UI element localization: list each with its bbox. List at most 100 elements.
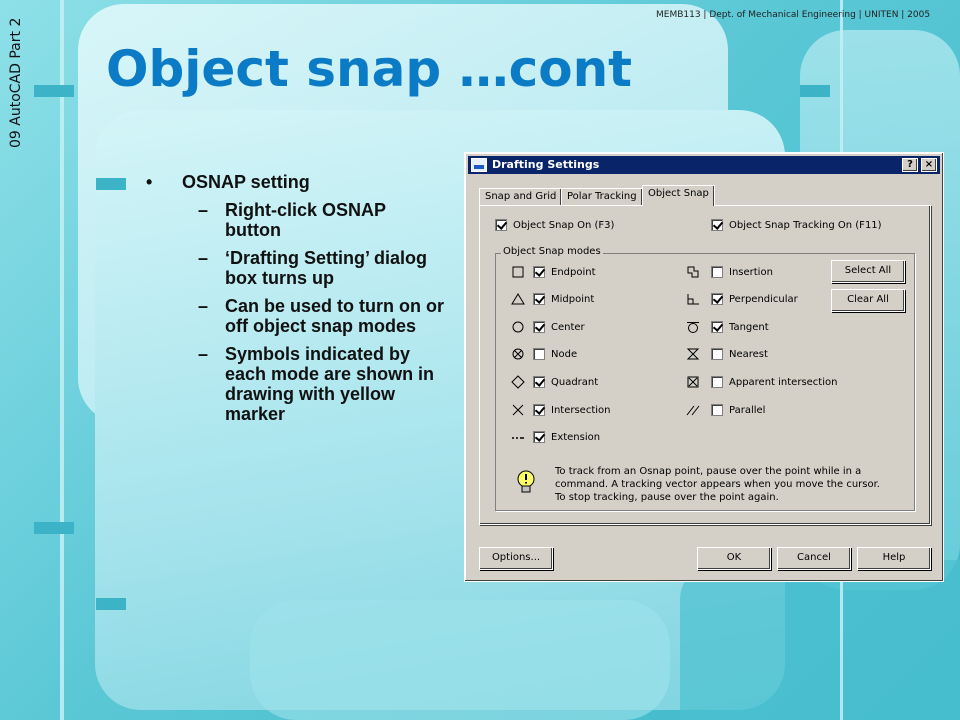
dash-marker: – bbox=[198, 296, 209, 316]
extension-checkbox[interactable]: Extension bbox=[533, 431, 600, 443]
checkbox[interactable] bbox=[533, 431, 545, 443]
group-label: Object Snap modes bbox=[501, 246, 603, 257]
sub-bullet-text: ‘Drafting Setting’ dialog box turns up bbox=[225, 248, 427, 288]
checkbox-label: Midpoint bbox=[551, 293, 595, 305]
checkbox-label: Endpoint bbox=[551, 266, 596, 278]
sub-bullet-item: – Symbols indicated by each mode are sho… bbox=[146, 344, 446, 424]
sub-bullet-text: Right-click OSNAP button bbox=[225, 200, 386, 240]
midpoint-triangle-icon bbox=[511, 293, 525, 305]
checkbox-label: Parallel bbox=[729, 404, 766, 416]
perpendicular-checkbox[interactable]: Perpendicular bbox=[711, 293, 798, 305]
insertion-icon bbox=[687, 266, 699, 278]
sub-bullet-item: – Right-click OSNAP button bbox=[146, 200, 446, 240]
header-credit: MEMB113 | Dept. of Mechanical Engineerin… bbox=[656, 10, 931, 20]
sub-bullet-item: – ‘Drafting Setting’ dialog box turns up bbox=[146, 248, 446, 288]
midpoint-checkbox[interactable]: Midpoint bbox=[533, 293, 594, 305]
tab-snap-and-grid[interactable]: Snap and Grid bbox=[479, 188, 563, 206]
options-button[interactable]: Options... bbox=[479, 547, 553, 570]
decorative-bar bbox=[800, 85, 830, 97]
bullet-marker: • bbox=[146, 172, 153, 192]
intersection-checkbox[interactable]: Intersection bbox=[533, 404, 611, 416]
node-circle-x-icon bbox=[512, 348, 524, 360]
checkbox[interactable] bbox=[533, 404, 545, 416]
checkbox[interactable] bbox=[533, 293, 545, 305]
cancel-button[interactable]: Cancel bbox=[777, 547, 851, 570]
checkbox[interactable] bbox=[533, 348, 545, 360]
endpoint-checkbox[interactable]: Endpoint bbox=[533, 266, 596, 278]
apparent-intersection-checkbox[interactable]: Apparent intersection bbox=[711, 376, 837, 388]
decorative-bar bbox=[34, 522, 74, 534]
checkbox[interactable] bbox=[711, 404, 723, 416]
bullet-text: OSNAP setting bbox=[182, 172, 310, 192]
checkbox[interactable] bbox=[711, 266, 723, 278]
perpendicular-icon bbox=[687, 294, 699, 305]
sub-bullet-text: Can be used to turn on or off object sna… bbox=[225, 296, 444, 336]
select-all-button[interactable]: Select All bbox=[831, 260, 905, 283]
checkbox[interactable] bbox=[533, 266, 545, 278]
decorative-bar bbox=[96, 598, 126, 610]
checkbox[interactable] bbox=[533, 321, 545, 333]
checkbox-label: Perpendicular bbox=[729, 293, 798, 305]
object-snap-on-checkbox[interactable]: Object Snap On (F3) bbox=[495, 219, 614, 231]
sub-bullet-text: Symbols indicated by each mode are shown… bbox=[225, 344, 435, 424]
quadrant-diamond-icon bbox=[511, 375, 525, 389]
tangent-checkbox[interactable]: Tangent bbox=[711, 321, 769, 333]
checkbox-label: Object Snap Tracking On (F11) bbox=[729, 219, 882, 231]
dialog-title: Drafting Settings bbox=[492, 158, 600, 171]
parallel-icon bbox=[686, 405, 700, 416]
help-button[interactable]: Help bbox=[857, 547, 931, 570]
checkbox-label: Tangent bbox=[729, 321, 769, 333]
extension-dash-icon bbox=[512, 437, 524, 439]
bullet-item: • OSNAP setting bbox=[146, 172, 446, 192]
endpoint-square-icon bbox=[512, 266, 524, 278]
intersection-x-icon bbox=[512, 404, 524, 416]
quadrant-checkbox[interactable]: Quadrant bbox=[533, 376, 598, 388]
center-circle-icon bbox=[512, 321, 524, 333]
decorative-line bbox=[60, 0, 64, 720]
nearest-checkbox[interactable]: Nearest bbox=[711, 348, 768, 360]
drafting-settings-dialog: Drafting Settings ? × Snap and Grid Pola… bbox=[464, 152, 944, 582]
checkbox[interactable] bbox=[533, 376, 545, 388]
checkbox-label: Intersection bbox=[551, 404, 611, 416]
checkbox-label: Insertion bbox=[729, 266, 773, 278]
close-button[interactable]: × bbox=[921, 158, 937, 172]
nearest-hourglass-icon bbox=[686, 348, 700, 360]
checkbox[interactable] bbox=[495, 219, 507, 231]
checkbox-label: Quadrant bbox=[551, 376, 599, 388]
dash-marker: – bbox=[198, 200, 209, 220]
dialog-title-bar[interactable]: Drafting Settings ? × bbox=[468, 156, 940, 174]
background-panel bbox=[250, 600, 670, 720]
bullet-list: • OSNAP setting – Right-click OSNAP butt… bbox=[146, 172, 446, 432]
decorative-bar bbox=[34, 85, 74, 97]
checkbox[interactable] bbox=[711, 348, 723, 360]
vertical-section-label: 09 AutoCAD Part 2 bbox=[8, 17, 24, 148]
checkbox-label: Center bbox=[551, 321, 585, 333]
tangent-icon bbox=[687, 322, 699, 333]
checkbox-label: Node bbox=[551, 348, 578, 360]
parallel-checkbox[interactable]: Parallel bbox=[711, 404, 765, 416]
lightbulb-tip-icon bbox=[517, 470, 535, 493]
node-checkbox[interactable]: Node bbox=[533, 348, 577, 360]
checkbox-label: Apparent intersection bbox=[729, 376, 838, 388]
clear-all-button[interactable]: Clear All bbox=[831, 289, 905, 312]
decorative-bar bbox=[96, 178, 126, 190]
insertion-checkbox[interactable]: Insertion bbox=[711, 266, 773, 278]
apparent-intersection-icon bbox=[687, 376, 699, 388]
ok-button[interactable]: OK bbox=[697, 547, 771, 570]
object-snap-tracking-checkbox[interactable]: Object Snap Tracking On (F11) bbox=[711, 219, 882, 231]
tracking-tip-text: To track from an Osnap point, pause over… bbox=[555, 466, 880, 503]
background-panel bbox=[680, 560, 960, 720]
dash-marker: – bbox=[198, 344, 209, 364]
checkbox[interactable] bbox=[711, 219, 723, 231]
tab-object-snap[interactable]: Object Snap bbox=[642, 185, 715, 206]
app-icon bbox=[471, 158, 487, 172]
tab-polar-tracking[interactable]: Polar Tracking bbox=[561, 188, 643, 206]
sub-bullet-item: – Can be used to turn on or off object s… bbox=[146, 296, 446, 336]
checkbox[interactable] bbox=[711, 321, 723, 333]
checkbox-label: Nearest bbox=[729, 348, 768, 360]
help-title-button[interactable]: ? bbox=[902, 158, 918, 172]
center-checkbox[interactable]: Center bbox=[533, 321, 585, 333]
checkbox[interactable] bbox=[711, 293, 723, 305]
checkbox[interactable] bbox=[711, 376, 723, 388]
slide-title: Object snap …cont bbox=[106, 40, 633, 98]
